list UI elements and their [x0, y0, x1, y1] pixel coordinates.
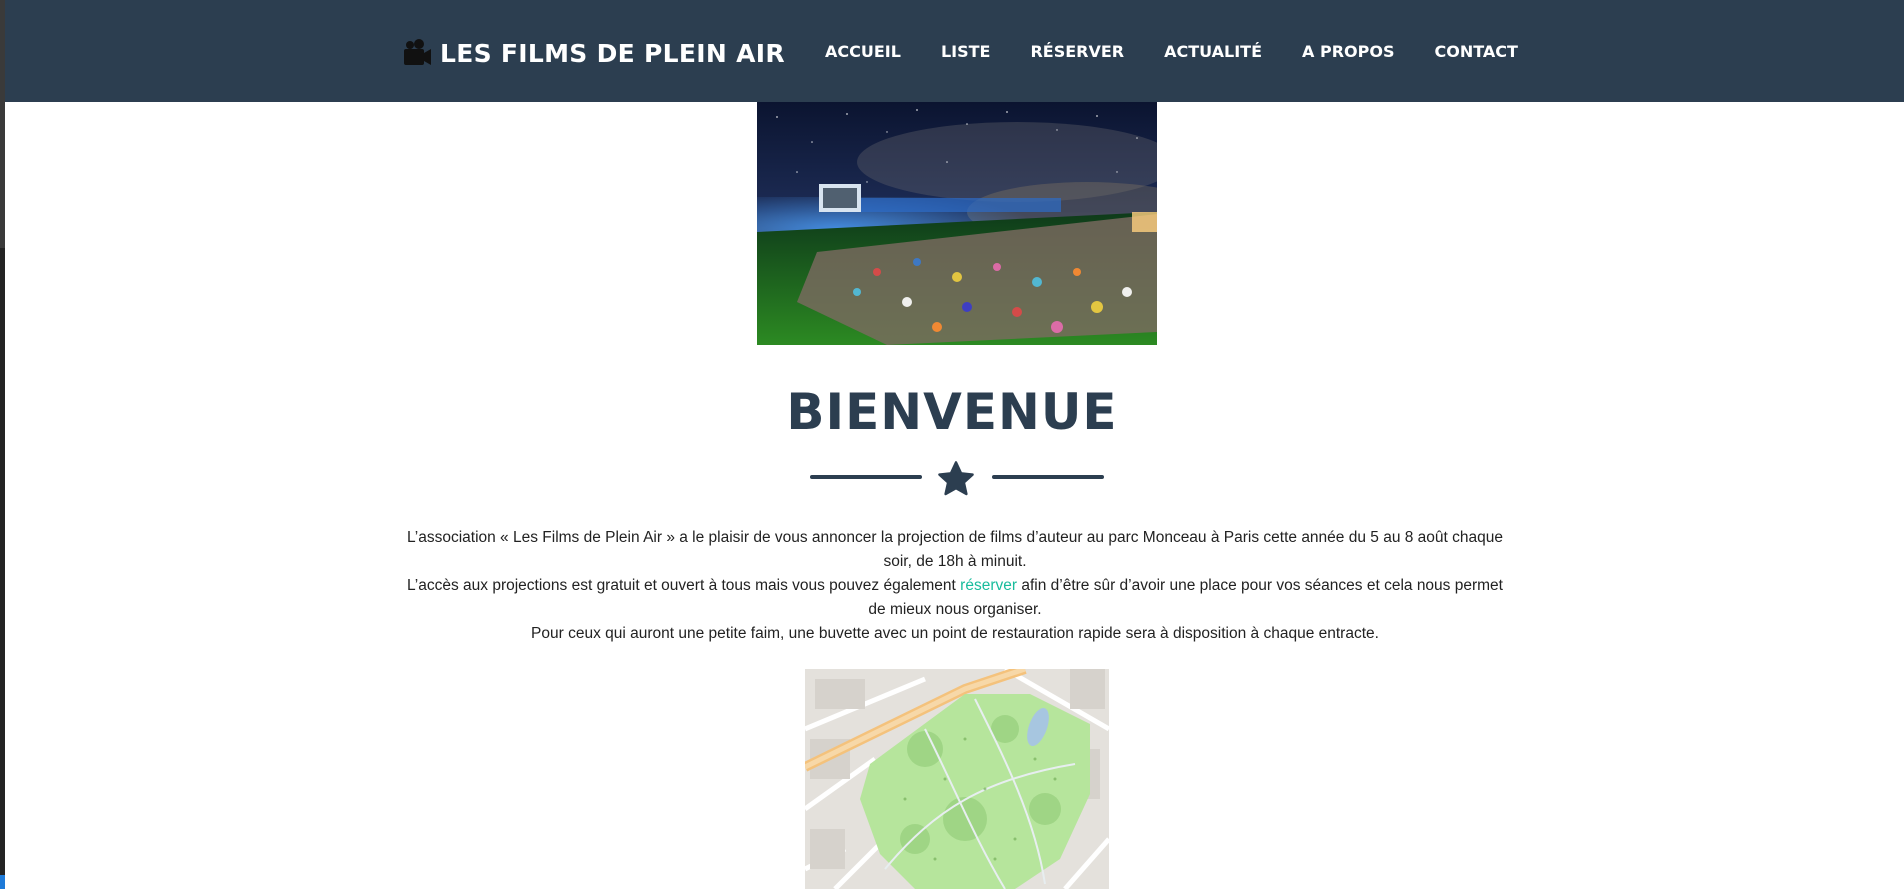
brand-link[interactable]: LES FILMS DE PLEIN AIR [402, 33, 785, 73]
nav-liste[interactable]: LISTE [921, 36, 1011, 67]
title-divider [810, 460, 1104, 498]
star-icon [938, 461, 974, 496]
location-map[interactable] [805, 669, 1109, 889]
reserver-link[interactable]: réserver [960, 577, 1017, 594]
intro-paragraph-2: L’accès aux projections est gratuit et o… [400, 574, 1510, 622]
intro-paragraph-3: Pour ceux qui auront une petite faim, un… [531, 625, 1379, 642]
divider-line-right [992, 475, 1104, 479]
top-navbar: LES FILMS DE PLEIN AIR ACCUEIL LISTE RÉS… [5, 0, 1904, 102]
intro-text: L’association « Les Films de Plein Air »… [400, 526, 1510, 646]
window-edge [0, 0, 5, 889]
intro-paragraph-2-start: L’accès aux projections est gratuit et o… [407, 577, 961, 594]
main-menu: ACCUEIL LISTE RÉSERVER ACTUALITÉ A PROPO… [805, 36, 1538, 67]
window-edge-bottom [0, 875, 5, 889]
window-edge-middle [0, 248, 5, 875]
nav-actualite[interactable]: ACTUALITÉ [1144, 36, 1282, 67]
nav-reserver[interactable]: RÉSERVER [1010, 36, 1144, 67]
nav-a-propos[interactable]: A PROPOS [1282, 36, 1414, 67]
nav-accueil[interactable]: ACCUEIL [805, 36, 921, 67]
divider-line-left [810, 475, 922, 479]
intro-paragraph-1: L’association « Les Films de Plein Air »… [407, 529, 1503, 570]
nav-contact[interactable]: CONTACT [1414, 36, 1537, 67]
video-camera-icon [404, 39, 431, 65]
brand-title: LES FILMS DE PLEIN AIR [440, 38, 785, 68]
hero-image-open-air-cinema [757, 102, 1157, 345]
page-title: BIENVENUE [786, 383, 1118, 441]
